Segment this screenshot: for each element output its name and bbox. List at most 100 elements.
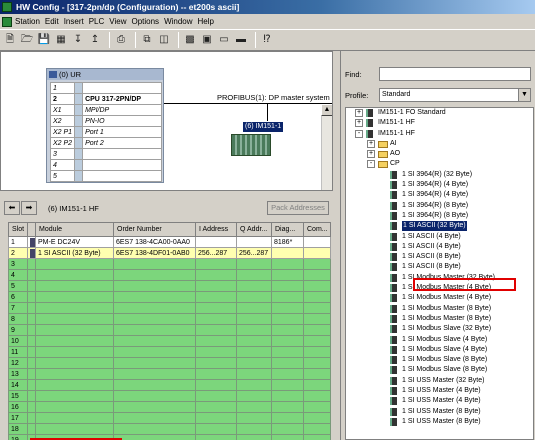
i-address-cell[interactable]: 256...287 [195, 247, 237, 259]
station-view[interactable]: (0) UR 1 2 CPU 317-2PN/DP X1 MPI/DP X2 PN-IO X2… [0, 51, 333, 191]
diag-cell[interactable]: 8186* [271, 236, 304, 248]
module-cell[interactable] [35, 379, 114, 391]
module-icon[interactable] [27, 313, 36, 325]
order-number-cell[interactable] [113, 390, 196, 402]
network-icon[interactable]: ▣ [200, 33, 214, 47]
diag-cell[interactable] [271, 269, 304, 281]
menu-edit[interactable]: Edit [45, 17, 64, 26]
module-icon[interactable] [27, 302, 36, 314]
module-icon[interactable] [27, 236, 36, 248]
menu-view[interactable]: View [109, 17, 131, 26]
rack-slot-row[interactable]: X2 P2 Port 2 [49, 137, 162, 149]
menu-insert[interactable]: Insert [64, 17, 89, 26]
i-address-cell[interactable] [195, 423, 237, 435]
i-address-cell[interactable] [195, 313, 237, 325]
catalog-tree-item[interactable]: 1 SI Modbus Master (4 Byte) [346, 293, 533, 303]
menu-station[interactable]: Station [15, 17, 45, 26]
i-address-cell[interactable] [195, 434, 237, 440]
i-address-cell[interactable] [195, 368, 237, 380]
col-slot[interactable]: Slot [8, 222, 28, 237]
slot-cell[interactable]: 8 [8, 313, 28, 325]
comment-cell[interactable] [303, 412, 331, 424]
module-icon[interactable] [27, 280, 36, 292]
q-address-cell[interactable] [236, 236, 272, 248]
comment-cell[interactable] [303, 357, 331, 369]
order-number-cell[interactable] [113, 313, 196, 325]
forward-arrow-icon[interactable]: ➡ [21, 201, 37, 215]
comment-cell[interactable] [303, 324, 331, 336]
catalog-icon[interactable]: ▭ [217, 33, 231, 47]
comment-cell[interactable] [303, 313, 331, 325]
order-number-cell[interactable] [113, 357, 196, 369]
module-cell[interactable] [35, 346, 114, 358]
expand-icon[interactable]: + [367, 139, 375, 148]
slot-row[interactable]: 15 [8, 390, 331, 402]
i-address-cell[interactable] [195, 379, 237, 391]
slot-cell[interactable]: 12 [8, 357, 28, 369]
catalog-tree-item[interactable]: 1 SI 3964(R) (32 Byte) [346, 170, 533, 180]
col-diag[interactable]: Diag... [271, 222, 304, 237]
order-number-cell[interactable] [113, 379, 196, 391]
expand-icon[interactable]: + [355, 119, 363, 128]
comment-cell[interactable] [303, 280, 331, 292]
diag-cell[interactable] [271, 379, 304, 391]
diag-cell[interactable] [271, 258, 304, 270]
diag-cell[interactable] [271, 412, 304, 424]
slot-row[interactable]: 9 [8, 324, 331, 336]
diag-cell[interactable] [271, 401, 304, 413]
catalog-tree-item[interactable]: 1 SI ASCII (32 Byte) [346, 221, 533, 232]
comment-cell[interactable] [303, 291, 331, 303]
rack-slot-row[interactable]: 5 [49, 170, 162, 182]
module-cell[interactable] [35, 412, 114, 424]
slot-row[interactable]: 11 [8, 346, 331, 358]
comment-cell[interactable] [303, 335, 331, 347]
order-number-cell[interactable] [113, 412, 196, 424]
q-address-cell[interactable] [236, 434, 272, 440]
order-number-cell[interactable] [113, 258, 196, 270]
slot-cell[interactable]: 2 [8, 247, 28, 259]
slot-cell[interactable]: 19 [8, 434, 28, 440]
order-number-cell[interactable] [113, 302, 196, 314]
q-address-cell[interactable] [236, 302, 272, 314]
order-number-cell[interactable] [113, 335, 196, 347]
expand-icon[interactable]: + [355, 109, 363, 117]
window-title-bar[interactable]: HW Config - [317-2pn/dp (Configuration) … [0, 0, 535, 14]
catalog-tree-item[interactable]: 1 SI ASCII (4 Byte) [346, 242, 533, 252]
paste-icon[interactable]: ◫ [157, 33, 171, 47]
comment-cell[interactable] [303, 379, 331, 391]
upload-icon[interactable]: ↥ [88, 33, 102, 47]
slot-row[interactable]: 8 [8, 313, 331, 325]
module-cell[interactable] [35, 368, 114, 380]
pack-addresses-button[interactable]: Pack Addresses [267, 201, 329, 215]
menu-window[interactable]: Window [164, 17, 197, 26]
slot-row[interactable]: 13 [8, 368, 331, 380]
catalog-tree-item[interactable]: 1 SI 3964(R) (8 Byte) [346, 211, 533, 221]
q-address-cell[interactable] [236, 357, 272, 369]
q-address-cell[interactable] [236, 335, 272, 347]
catalog-tree-item[interactable]: + IM151-1 HF [346, 118, 533, 128]
catalog-tree-item[interactable]: 1 SI Modbus Slave (4 Byte) [346, 345, 533, 355]
rack-header[interactable]: (0) UR [47, 69, 163, 80]
print-icon[interactable]: ⎙ [114, 33, 128, 47]
slot-cell[interactable]: 10 [8, 335, 28, 347]
module-icon[interactable] [27, 269, 36, 281]
order-number-cell[interactable] [113, 269, 196, 281]
module-icon[interactable] [27, 247, 36, 259]
catalog-tree-item[interactable]: 1 SI Modbus Slave (8 Byte) [346, 365, 533, 375]
order-number-cell[interactable] [113, 434, 196, 440]
diag-cell[interactable] [271, 313, 304, 325]
q-address-cell[interactable] [236, 280, 272, 292]
slot-row[interactable]: 10 [8, 335, 331, 347]
module-cell[interactable] [35, 313, 114, 325]
col-icon[interactable] [27, 222, 36, 237]
module-icon[interactable] [27, 335, 36, 347]
module-icon[interactable] [27, 258, 36, 270]
rack-ur[interactable]: (0) UR 1 2 CPU 317-2PN/DP X1 MPI/DP X2 PN-IO X2… [46, 68, 164, 183]
diag-cell[interactable] [271, 302, 304, 314]
catalog-tree-item[interactable]: 1 SI ASCII (8 Byte) [346, 262, 533, 272]
slot-row[interactable]: 5 [8, 280, 331, 292]
catalog-tree-item[interactable]: - CP [346, 159, 533, 169]
copy-icon[interactable]: ⧉ [140, 33, 154, 47]
i-address-cell[interactable] [195, 269, 237, 281]
i-address-cell[interactable] [195, 346, 237, 358]
